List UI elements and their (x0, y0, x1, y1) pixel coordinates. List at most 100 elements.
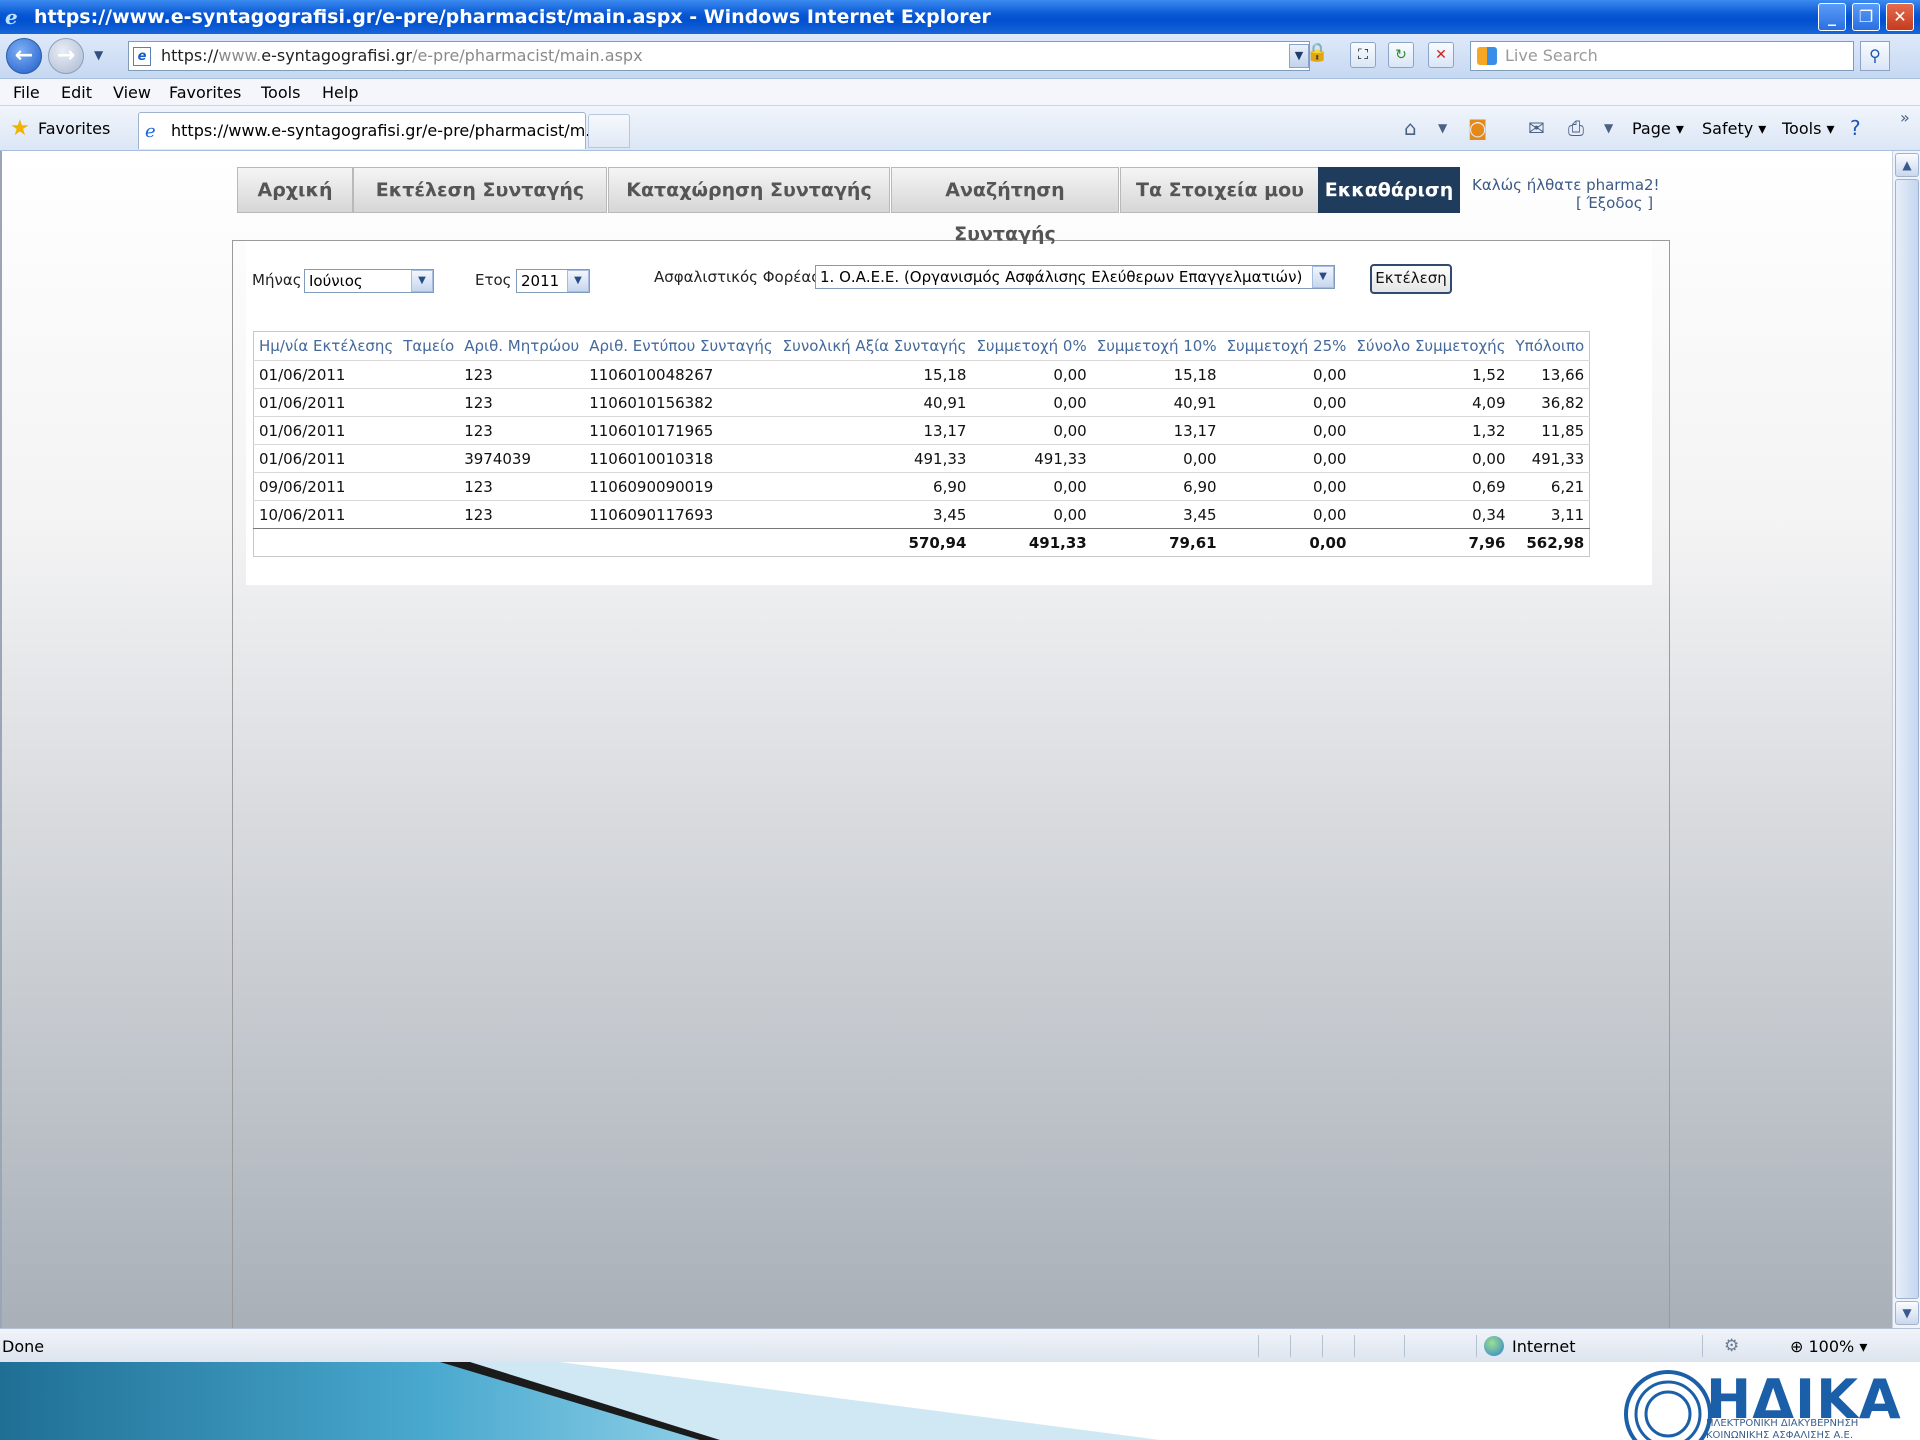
table-cell: 6,90 (777, 472, 972, 501)
vertical-scrollbar[interactable]: ▲ ▼ (1892, 151, 1920, 1328)
home-icon[interactable]: ⌂ (1404, 116, 1417, 140)
refresh-icon[interactable]: ↻ (1388, 42, 1414, 68)
tab-clearing[interactable]: Εκκαθάριση (1318, 167, 1460, 213)
table-cell: 3974039 (459, 444, 585, 473)
total-cell: 79,61 (1091, 528, 1222, 557)
column-header: Ημ/νία Εκτέλεσης (259, 337, 394, 355)
mail-icon[interactable]: ✉ (1528, 116, 1545, 140)
table-cell: 15,18 (1091, 360, 1222, 389)
table-row[interactable]: 01/06/2011 123 1106010048267 15,18 0,00 15,18… (253, 360, 1590, 389)
slide-footer: ΗΔΙΚΑ ΗΛΕΚΤΡΟΝΙΚΗ ΔΙΑΚΥΒΕΡΝΗΣΗ ΚΟΙΝΩΝΙΚΗ… (0, 1362, 1920, 1440)
tab-register-prescription[interactable]: Καταχώρηση Συνταγής (608, 167, 890, 213)
search-button[interactable]: ⚲ (1860, 41, 1890, 71)
menu-help[interactable]: Help (322, 83, 358, 102)
zoom-level[interactable]: ⊕ 100% ▾ (1790, 1337, 1867, 1356)
table-cell: 1106010010318 (584, 444, 778, 473)
lock-icon[interactable]: 🔒 (1306, 42, 1330, 66)
brand-subtitle-2: ΚΟΙΝΩΝΙΚΗΣ ΑΣΦΑΛΙΣΗΣ Α.Ε. (1706, 1430, 1854, 1440)
status-text: Done (2, 1337, 45, 1356)
table-cell: 0,00 (971, 500, 1092, 529)
tab-search-prescription[interactable]: Αναζήτηση Συνταγής (891, 167, 1119, 245)
table-cell: 13,66 (1510, 360, 1590, 389)
table-cell: 01/06/2011 (253, 416, 399, 445)
close-window-button[interactable]: ✕ (1886, 3, 1914, 31)
execute-button[interactable]: Εκτέλεση (1370, 264, 1452, 294)
stop-icon[interactable]: ✕ (1428, 42, 1454, 68)
table-row[interactable]: 01/06/2011 123 1106010171965 13,17 0,00 13,17… (253, 416, 1590, 445)
minimize-button[interactable]: _ (1818, 3, 1846, 31)
table-cell: 123 (459, 500, 585, 529)
tab-my-details[interactable]: Τα Στοιχεία μου (1120, 167, 1320, 213)
window-title: https://www.e-syntagografisi.gr/e-pre/ph… (34, 6, 991, 28)
chevron-more-icon[interactable]: » (1900, 108, 1910, 127)
address-url: https://www.e-syntagografisi.gr/e-pre/ph… (161, 46, 643, 65)
search-box[interactable]: Live Search (1470, 41, 1854, 71)
print-icon[interactable]: ⎙ (1568, 116, 1584, 140)
welcome-text: Καλώς ήλθατε pharma2! (1472, 176, 1660, 194)
chevron-down-icon[interactable]: ▼ (411, 270, 433, 292)
favorites-bar: ★ Favorites e https://www.e-syntagografi… (0, 106, 1920, 151)
forward-button[interactable]: → (48, 38, 84, 74)
history-dropdown-icon[interactable]: ▼ (94, 48, 103, 62)
browser-tab[interactable]: e https://www.e-syntagografisi.gr/e-pre/… (138, 112, 601, 149)
table-cell (398, 444, 460, 473)
safety-menu[interactable]: Safety ▾ (1702, 119, 1766, 138)
table-cell: 1106090117693 (584, 500, 778, 529)
month-select[interactable]: Ιούνιος ▼ (304, 269, 434, 293)
chevron-down-icon[interactable]: ▼ (567, 270, 589, 292)
compatibility-icon[interactable]: ⛶ (1350, 42, 1376, 68)
help-icon[interactable]: ? (1850, 116, 1861, 140)
table-cell: 09/06/2011 (253, 472, 399, 501)
table-cell: 1,52 (1351, 360, 1511, 389)
favorites-button[interactable]: Favorites (38, 119, 110, 138)
logout-link[interactable]: [ Έξοδος ] (1576, 194, 1653, 212)
menu-favorites[interactable]: Favorites (169, 83, 241, 102)
table-cell: 0,69 (1351, 472, 1511, 501)
window-titlebar: e https://www.e-syntagografisi.gr/e-pre/… (0, 0, 1920, 34)
table-cell (398, 416, 460, 445)
table-cell: 15,18 (777, 360, 972, 389)
table-cell: 491,33 (1510, 444, 1590, 473)
scroll-down-icon[interactable]: ▼ (1895, 1301, 1919, 1325)
new-tab-button[interactable] (588, 114, 630, 148)
table-cell (398, 388, 460, 417)
menu-view[interactable]: View (113, 83, 151, 102)
table-cell: 1106010171965 (584, 416, 778, 445)
table-row[interactable]: 10/06/2011 123 1106090117693 3,45 0,00 3,45 0,… (253, 500, 1590, 529)
tab-execute-prescription[interactable]: Εκτέλεση Συνταγής (353, 167, 607, 213)
address-bar[interactable]: e https://www.e-syntagografisi.gr/e-pre/… (128, 41, 1310, 71)
menu-tools[interactable]: Tools (261, 83, 300, 102)
search-placeholder: Live Search (1505, 46, 1598, 65)
table-row[interactable]: 01/06/2011 3974039 1106010010318 491,33 491,… (253, 444, 1590, 473)
menu-edit[interactable]: Edit (61, 83, 92, 102)
scroll-up-icon[interactable]: ▲ (1895, 153, 1919, 177)
column-header: Σύνολο Συμμετοχής (1356, 337, 1506, 355)
page-menu[interactable]: Page ▾ (1632, 119, 1684, 138)
home-dropdown-icon[interactable]: ▼ (1438, 121, 1447, 135)
feeds-icon[interactable]: ◙ (1468, 116, 1487, 140)
tools-menu[interactable]: Tools ▾ (1782, 119, 1835, 138)
clearing-table: Ημ/νία Εκτέλεσης Ταμείο Αριθ. Μητρώου Αριθ.… (253, 331, 1591, 557)
insurer-select[interactable]: 1. Ο.Α.Ε.Ε. (Οργανισμός Ασφάλισης Ελεύθε… (815, 265, 1335, 289)
table-cell: 0,00 (971, 472, 1092, 501)
tab-home[interactable]: Αρχική (237, 167, 353, 213)
table-cell: 123 (459, 388, 585, 417)
table-cell: 01/06/2011 (253, 360, 399, 389)
protected-mode-icon[interactable]: ⚙ (1724, 1336, 1739, 1356)
favorites-star-icon[interactable]: ★ (10, 116, 30, 141)
menu-file[interactable]: File (13, 83, 40, 102)
table-cell: 0,00 (1351, 444, 1511, 473)
table-header-row: Ημ/νία Εκτέλεσης Ταμείο Αριθ. Μητρώου Αριθ.… (254, 332, 1590, 361)
restore-button[interactable]: ❐ (1852, 3, 1880, 31)
table-row[interactable]: 01/06/2011 123 1106010156382 40,91 0,00 40,91… (253, 388, 1590, 417)
scroll-thumb[interactable] (1895, 179, 1919, 1299)
table-cell: 1106010048267 (584, 360, 778, 389)
print-dropdown-icon[interactable]: ▼ (1604, 121, 1613, 135)
back-button[interactable]: ← (6, 38, 42, 74)
menu-bar: File Edit View Favorites Tools Help (0, 79, 1920, 106)
table-cell: 0,00 (1221, 472, 1352, 501)
year-select[interactable]: 2011 ▼ (516, 269, 590, 293)
table-row[interactable]: 09/06/2011 123 1106090090019 6,90 0,00 6,90 0,… (253, 472, 1590, 501)
chevron-down-icon[interactable]: ▼ (1312, 266, 1334, 288)
column-header: Συμμετοχή 25% (1226, 337, 1347, 355)
